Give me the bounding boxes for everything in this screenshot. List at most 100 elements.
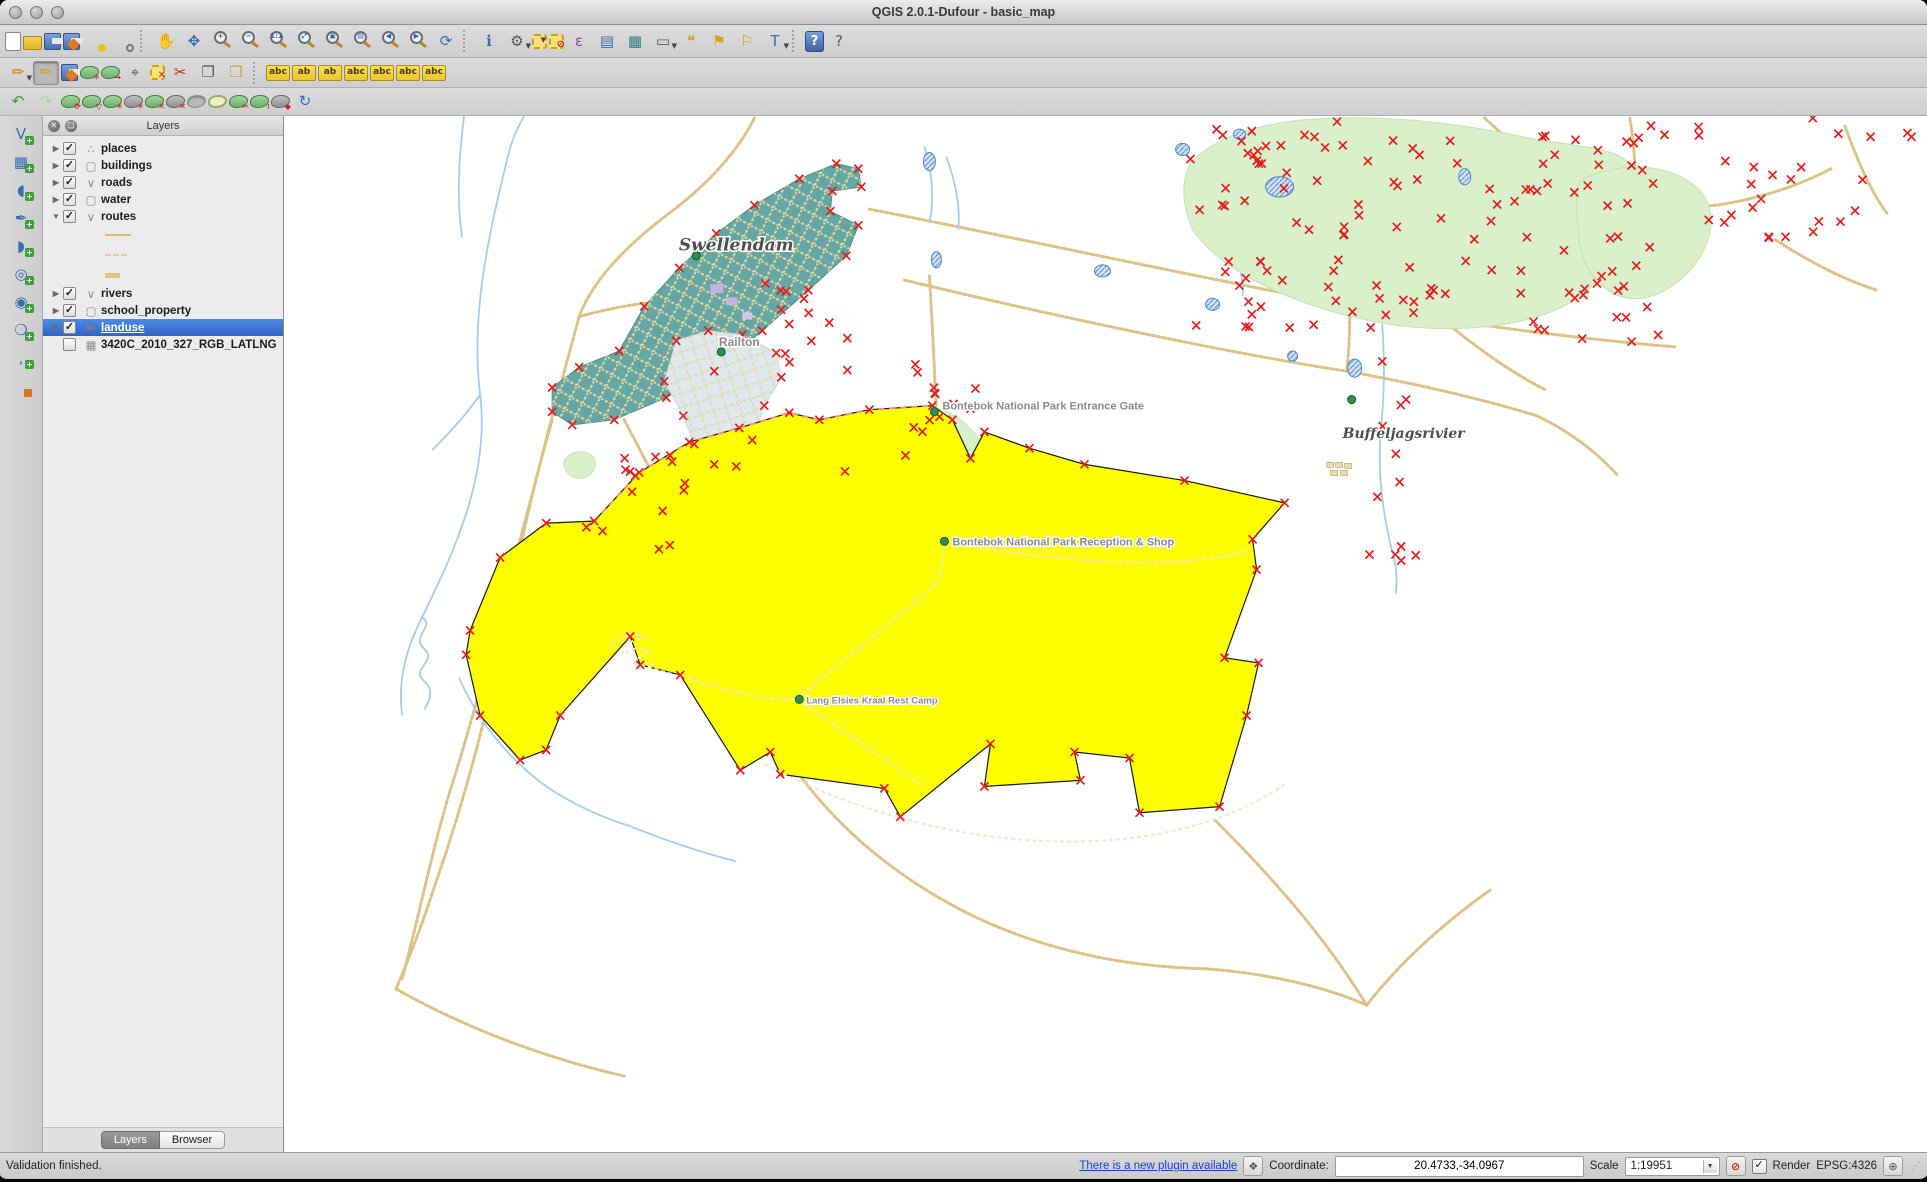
expander-icon[interactable]: ▶ [49,178,63,187]
visibility-checkbox[interactable]: ✓ [63,304,76,317]
stop-render-icon[interactable]: ⊘ [1726,1156,1746,1176]
new-project-icon[interactable] [5,32,21,51]
reception-point[interactable] [940,537,948,545]
visibility-checkbox[interactable]: ✓ [63,176,76,189]
save-project-as-icon[interactable] [63,33,80,50]
split-parts-icon[interactable]: ≀ [250,95,269,108]
add-wms-layer-icon[interactable]: ◎+ [8,262,34,286]
run-feature-action-icon[interactable]: ⚙▼ [504,29,530,53]
text-annotation-icon[interactable]: T▼ [762,29,788,53]
save-project-icon[interactable] [44,33,61,50]
rotate-feature-icon[interactable]: ⟳ [61,95,80,108]
pin-unpin-labels-icon[interactable]: abc [370,65,394,81]
add-part-icon[interactable]: ✳ [124,95,143,108]
expander-icon[interactable]: ▶ [49,306,63,315]
add-delimited-text-layer-icon[interactable]: ,+ [8,346,34,370]
visibility-checkbox[interactable]: ✓ [63,210,76,223]
titlebar[interactable]: QGIS 2.0.1-Dufour - basic_map [0,0,1927,25]
refresh-map-icon[interactable]: ⟳ [433,29,459,53]
zoom-native-icon[interactable]: 1:1 [265,29,291,53]
measure-line-icon[interactable]: ▭▼ [650,29,676,53]
expander-icon[interactable]: ▶ [49,289,63,298]
zoom-to-layer-icon[interactable]: ▤ [349,29,375,53]
delete-part-icon[interactable]: ✕ [166,95,185,108]
tab-browser[interactable]: Browser [160,1131,225,1149]
layer-row-3420C_2010_327_RGB_LATLNG[interactable]: ▦3420C_2010_327_RGB_LATLNG [43,336,283,353]
add-spatialite-layer-icon[interactable]: ✒+ [8,206,34,230]
show-bookmarks-icon[interactable]: ⚐ [734,29,760,53]
expander-icon[interactable]: ▶ [49,144,63,153]
redo-icon[interactable]: ↷ [33,90,59,114]
expander-icon[interactable]: ▶ [49,195,63,204]
offset-curve-icon[interactable] [208,95,227,108]
split-features-icon[interactable]: ✂ [229,95,248,108]
highlight-pinned-labels-icon[interactable]: abc [396,65,420,81]
visibility-checkbox[interactable]: ✓ [63,287,76,300]
delete-ring-icon[interactable]: ✕ [145,95,164,108]
select-by-expression-icon[interactable]: ε [566,29,592,53]
field-calculator-icon[interactable]: ▦ [622,29,648,53]
whats-this-icon[interactable]: ? [826,29,852,53]
open-project-icon[interactable] [23,36,42,50]
pan-to-selection-icon[interactable]: ✥ [181,29,207,53]
layer-row-rivers[interactable]: ▶✓∨rivers [43,285,283,302]
map-canvas[interactable]: Swellendam Railton Bontebok National Par… [284,116,1927,1152]
copy-features-icon[interactable]: ❐ [195,61,221,85]
render-checkbox[interactable]: ✓ [1752,1159,1767,1174]
close-button[interactable] [9,6,22,19]
expander-icon[interactable]: ▼ [49,212,63,221]
layer-row-landuse[interactable]: ▶✓✏landuse [43,319,283,336]
move-feature-icon[interactable]: → [101,66,120,79]
merge-features-icon[interactable]: ◆ [271,95,290,108]
rotate-label-icon[interactable]: ab [318,65,342,81]
add-postgis-layer-icon[interactable]: ◖+ [8,178,34,202]
change-label-icon[interactable]: abc [422,65,446,81]
rest-camp-point[interactable] [795,695,803,703]
current-edits-icon[interactable]: ✏▼ [5,61,31,85]
map-tips-icon[interactable]: ❝ [678,29,704,53]
zoom-last-icon[interactable]: ◀ [377,29,403,53]
zoom-out-icon[interactable]: − [237,29,263,53]
railton-point[interactable] [717,348,725,356]
visibility-checkbox[interactable]: ✓ [63,321,76,334]
tab-layers[interactable]: Layers [101,1131,160,1149]
crs-status-icon[interactable]: ⊕ [1883,1156,1903,1176]
rotate-point-symbols-icon[interactable]: ↻ [292,90,318,114]
visibility-checkbox[interactable]: ✓ [63,193,76,206]
layer-row-buildings[interactable]: ▶✓▢buildings [43,157,283,174]
entrance-gate-point[interactable] [930,408,938,416]
plugin-available-link[interactable]: There is a new plugin available [1079,1160,1237,1172]
layer-row-school_property[interactable]: ▶✓▢school_property [43,302,283,319]
composer-manager-icon[interactable] [110,29,136,53]
paste-features-icon[interactable]: ❒ [223,61,249,85]
zoom-to-selection-icon[interactable]: ▣ [321,29,347,53]
plugin-icon[interactable]: ❖ [1243,1156,1263,1176]
coordinate-input[interactable] [1335,1156,1584,1177]
pan-map-icon[interactable]: ✋ [153,29,179,53]
labeling-icon[interactable]: abc [266,65,290,81]
delete-selected-icon[interactable]: ✕ [150,65,165,80]
visibility-checkbox[interactable]: ✓ [63,142,76,155]
zoom-next-icon[interactable]: ▶ [405,29,431,53]
visibility-checkbox[interactable]: ✓ [63,159,76,172]
save-layer-edits-icon[interactable] [61,64,78,81]
deselect-features-icon[interactable]: ⊘ [549,34,564,49]
move-label-icon[interactable]: ab [292,65,316,81]
resize-grip[interactable]: ⋰ [1911,1161,1921,1172]
layer-row-water[interactable]: ▶✓▢water [43,191,283,208]
undo-icon[interactable]: ↶ [5,90,31,114]
scale-combo[interactable]: 1:19951 ▼ [1625,1157,1720,1176]
expander-icon[interactable]: ▶ [49,323,63,332]
add-mssql-layer-icon[interactable]: ◗+ [8,234,34,258]
visibility-checkbox[interactable] [63,338,76,351]
zoom-in-icon[interactable]: + [209,29,235,53]
toggle-editing-icon[interactable]: ✏ [33,61,59,85]
layer-row-roads[interactable]: ▶✓∨roads [43,174,283,191]
new-shapefile-layer-icon[interactable] [8,374,34,398]
simplify-feature-icon[interactable]: ▽ [82,95,101,108]
add-wcs-layer-icon[interactable]: ◉+ [8,290,34,314]
node-tool-icon[interactable]: ⌖ [122,61,148,85]
show-hide-labels-icon[interactable]: abc [344,65,368,81]
minimize-button[interactable] [30,6,43,19]
zoom-full-icon[interactable]: ⤢ [293,29,319,53]
